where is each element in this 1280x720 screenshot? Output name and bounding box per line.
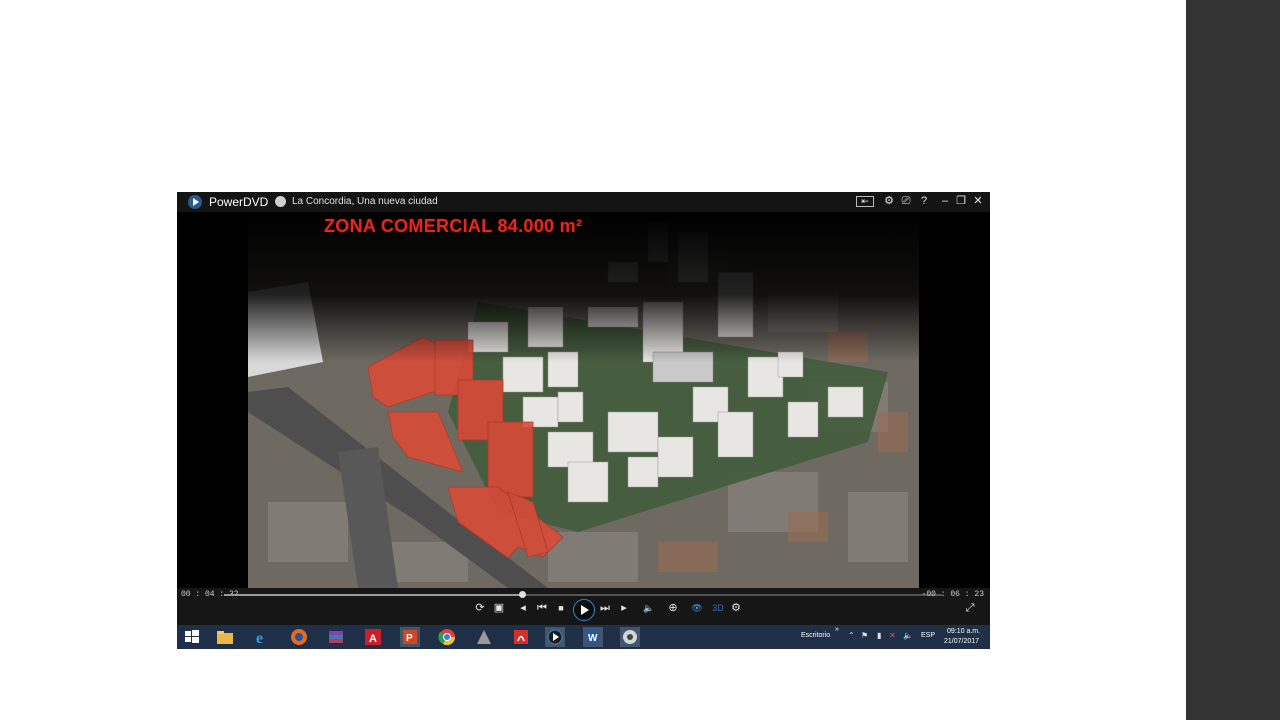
clock-date[interactable]: 21/07/2017 [944,638,979,645]
svg-text:e: e [256,630,263,647]
tv-mode-icon[interactable]: ⎚ [899,194,913,209]
next-frame-icon[interactable]: ▸ [617,601,631,615]
fullscreen-icon[interactable]: ⤢ [963,601,977,615]
windows-start-icon[interactable] [182,627,202,647]
language-indicator[interactable]: ESP [921,632,935,639]
powerdvd-window: PowerDVD La Concordia, Una nueva ciudad … [177,192,990,625]
powerdvd-icon[interactable] [545,627,565,647]
titlebar: PowerDVD La Concordia, Una nueva ciudad … [177,192,990,212]
volume-icon[interactable]: 🔈 [642,601,656,615]
video-title: La Concordia, Una nueva ciudad [292,196,438,207]
powerpoint-icon[interactable]: P [400,627,420,647]
time-remaining: -00 : 06 : 23 [921,590,984,599]
firefox-icon[interactable] [289,627,309,647]
toolbar-chevron-icon[interactable]: » [835,626,839,633]
app-name: PowerDVD [209,195,269,209]
battery-icon[interactable]: ▮ [877,631,881,640]
winrar-icon[interactable] [326,627,346,647]
city-render-image [248,212,919,588]
clock-time[interactable]: 09:10 a.m. [947,628,980,635]
flag-icon[interactable]: ⚑ [861,631,868,640]
restore-button[interactable]: ❐ [954,194,968,209]
network-icon[interactable]: ✕ [889,631,896,640]
video-area[interactable]: ZONA COMERCIAL 84.000 m² [177,212,990,588]
seek-bar-fill [224,594,522,596]
zoom-icon[interactable]: ⊕ [666,601,680,615]
minimize-button[interactable]: – [938,194,952,209]
3d-button[interactable]: 3D [711,601,725,615]
word-icon[interactable]: W [583,627,603,647]
next-chapter-icon[interactable]: ⏭ [598,601,612,615]
media-icon[interactable] [620,627,640,647]
info-icon[interactable] [275,196,286,207]
stop-icon[interactable]: ■ [554,601,568,615]
chrome-icon[interactable] [437,627,457,647]
prev-chapter-icon[interactable]: ⏮ [535,601,549,615]
autocad-icon[interactable]: A [363,627,383,647]
close-button[interactable]: ✕ [971,194,985,209]
control-bar: 00 : 04 : 32 -00 : 06 : 23 ⟳ ▣ ◂ ⏮ ■ ⏭ ▸… [177,588,990,625]
seek-bar[interactable] [224,591,942,598]
svg-text:W: W [588,633,598,644]
prev-frame-icon[interactable]: ◂ [516,601,530,615]
acrobat-icon[interactable] [511,627,531,647]
slide-side-strip [1186,0,1280,720]
seek-thumb[interactable] [518,591,526,598]
internet-explorer-icon[interactable]: e [252,627,272,647]
mini-mode-button[interactable]: ⇤ [856,196,874,207]
view-mode-icon[interactable]: 👁 [690,601,704,615]
powerdvd-logo-icon [188,195,202,209]
file-explorer-icon[interactable] [215,627,235,647]
svg-text:P: P [406,633,413,644]
help-button[interactable]: ? [917,194,931,209]
play-button[interactable] [573,599,595,621]
snapshot-icon[interactable]: ▣ [492,601,506,615]
app-icon[interactable] [474,627,494,647]
speaker-icon[interactable]: 🔈 [903,631,913,640]
show-hidden-icons-icon[interactable]: ⌃ [848,631,855,640]
desktop-toolbar-label[interactable]: Escritorio [801,632,830,639]
windows-taskbar: e A P W Escritorio » ⌃ ⚑ ▮ ✕ 🔈 ESP 09:10… [177,625,990,649]
svg-text:A: A [369,633,377,645]
repeat-icon[interactable]: ⟳ [473,601,487,615]
aerial-city-render: ZONA COMERCIAL 84.000 m² [248,212,919,588]
settings-icon[interactable]: ⚙ [882,194,896,209]
more-settings-icon[interactable]: ⚙ [729,601,743,615]
video-caption: ZONA COMERCIAL 84.000 m² [324,216,583,236]
